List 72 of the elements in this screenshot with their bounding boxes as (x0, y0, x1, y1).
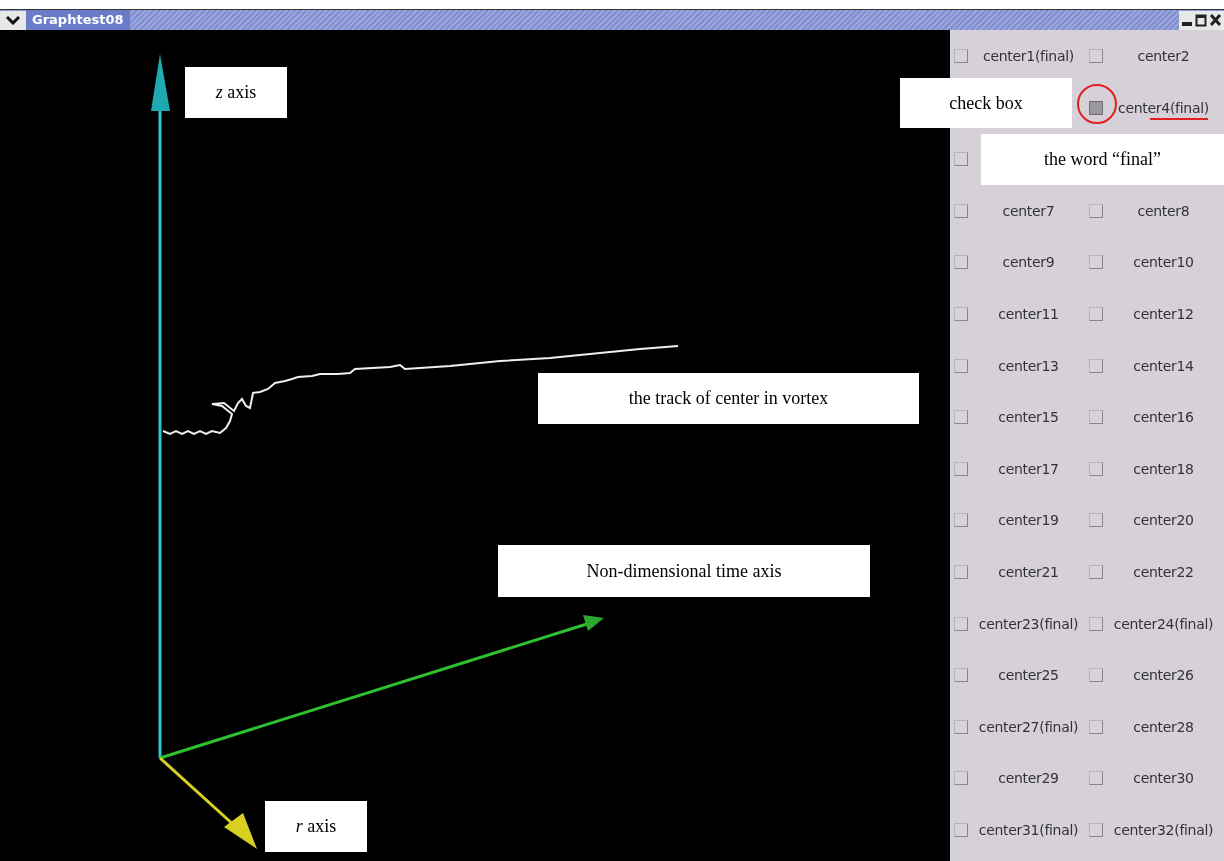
checkbox-label[interactable]: center8 (1103, 202, 1224, 219)
checkbox-label[interactable]: center4(final) (1103, 99, 1224, 116)
annotation-text: check box (949, 92, 1023, 114)
maximize-icon[interactable] (1195, 13, 1207, 27)
checkbox[interactable] (1089, 822, 1103, 837)
annotation-text: the track of center in vortex (628, 388, 829, 409)
annotation-text: the word “final” (1044, 149, 1161, 170)
checkbox-label[interactable]: center27(final) (968, 718, 1089, 735)
checkbox-label[interactable]: center21 (968, 563, 1089, 580)
checkbox-label[interactable]: center1(final) (968, 48, 1089, 64)
checkbox[interactable] (1089, 255, 1103, 270)
checkbox[interactable] (1089, 564, 1103, 579)
checkbox-label[interactable]: center26 (1103, 667, 1224, 684)
checkbox-label[interactable]: center2 (1103, 48, 1224, 64)
checkbox[interactable] (954, 616, 968, 631)
menu-button[interactable] (0, 10, 26, 30)
checkbox-label[interactable]: center19 (968, 512, 1089, 529)
checkbox-label[interactable]: center16 (1103, 409, 1224, 426)
checkbox[interactable] (954, 564, 968, 579)
checkbox-label[interactable]: center13 (968, 357, 1089, 374)
checkbox[interactable] (954, 719, 968, 734)
checkbox[interactable] (954, 410, 968, 425)
checkbox[interactable] (954, 513, 968, 528)
checkbox[interactable] (954, 358, 968, 373)
checkbox[interactable] (954, 152, 968, 167)
annotation-text: r axis (295, 816, 337, 837)
checkbox[interactable] (1089, 719, 1103, 734)
checkbox[interactable] (1089, 358, 1103, 373)
checkbox[interactable] (1089, 100, 1103, 115)
annotation-text: z axis (215, 82, 257, 103)
checkbox-label[interactable]: center11 (968, 305, 1089, 322)
checkbox[interactable] (1089, 410, 1103, 425)
checkbox-label[interactable]: center30 (1103, 770, 1224, 787)
checkbox[interactable] (954, 255, 968, 270)
checkbox-label[interactable]: center20 (1103, 512, 1224, 529)
checkbox-label[interactable]: center29 (968, 770, 1089, 787)
checkbox[interactable] (1089, 771, 1103, 786)
checkbox[interactable] (954, 461, 968, 476)
checkbox[interactable] (954, 203, 968, 218)
checkbox[interactable] (954, 822, 968, 837)
checkbox[interactable] (1089, 306, 1103, 321)
checkbox[interactable] (1089, 513, 1103, 528)
checkbox[interactable] (1089, 49, 1103, 63)
checkbox[interactable] (954, 771, 968, 786)
annotation-text: Non-dimensional time axis (586, 560, 782, 582)
checkbox-label[interactable]: center7 (968, 202, 1089, 219)
window-title: Graphtest08 (26, 10, 130, 30)
checkbox-label[interactable]: center25 (968, 667, 1089, 684)
checkbox-label[interactable]: center12 (1103, 305, 1224, 322)
checkbox[interactable] (954, 49, 968, 63)
underline-mark (1149, 118, 1209, 120)
checkbox[interactable] (954, 668, 968, 683)
checkbox[interactable] (1089, 203, 1103, 218)
checkbox-label[interactable]: center17 (968, 460, 1089, 477)
checkbox-label[interactable]: center23(final) (968, 615, 1089, 632)
checkbox[interactable] (1089, 461, 1103, 476)
checkbox[interactable] (954, 306, 968, 321)
checkbox-label[interactable]: center9 (968, 254, 1089, 271)
checkbox[interactable] (1089, 668, 1103, 683)
checkbox-label[interactable]: center14 (1103, 357, 1224, 374)
highlight-circle (1077, 84, 1117, 124)
checkbox-label[interactable]: center15 (968, 409, 1089, 426)
checkbox-label[interactable]: center24(final) (1103, 615, 1224, 632)
checkbox-label[interactable]: center32(final) (1103, 821, 1224, 838)
checkbox-label[interactable]: center22 (1103, 563, 1224, 580)
checkbox-label[interactable]: center18 (1103, 460, 1224, 477)
checkbox[interactable] (1089, 616, 1103, 631)
chevron-icon (6, 15, 20, 25)
close-icon[interactable] (1209, 13, 1222, 27)
checkbox-label[interactable]: center10 (1103, 254, 1224, 271)
checkbox-label[interactable]: center31(final) (968, 821, 1089, 838)
checkbox-label[interactable]: center28 (1103, 718, 1224, 735)
